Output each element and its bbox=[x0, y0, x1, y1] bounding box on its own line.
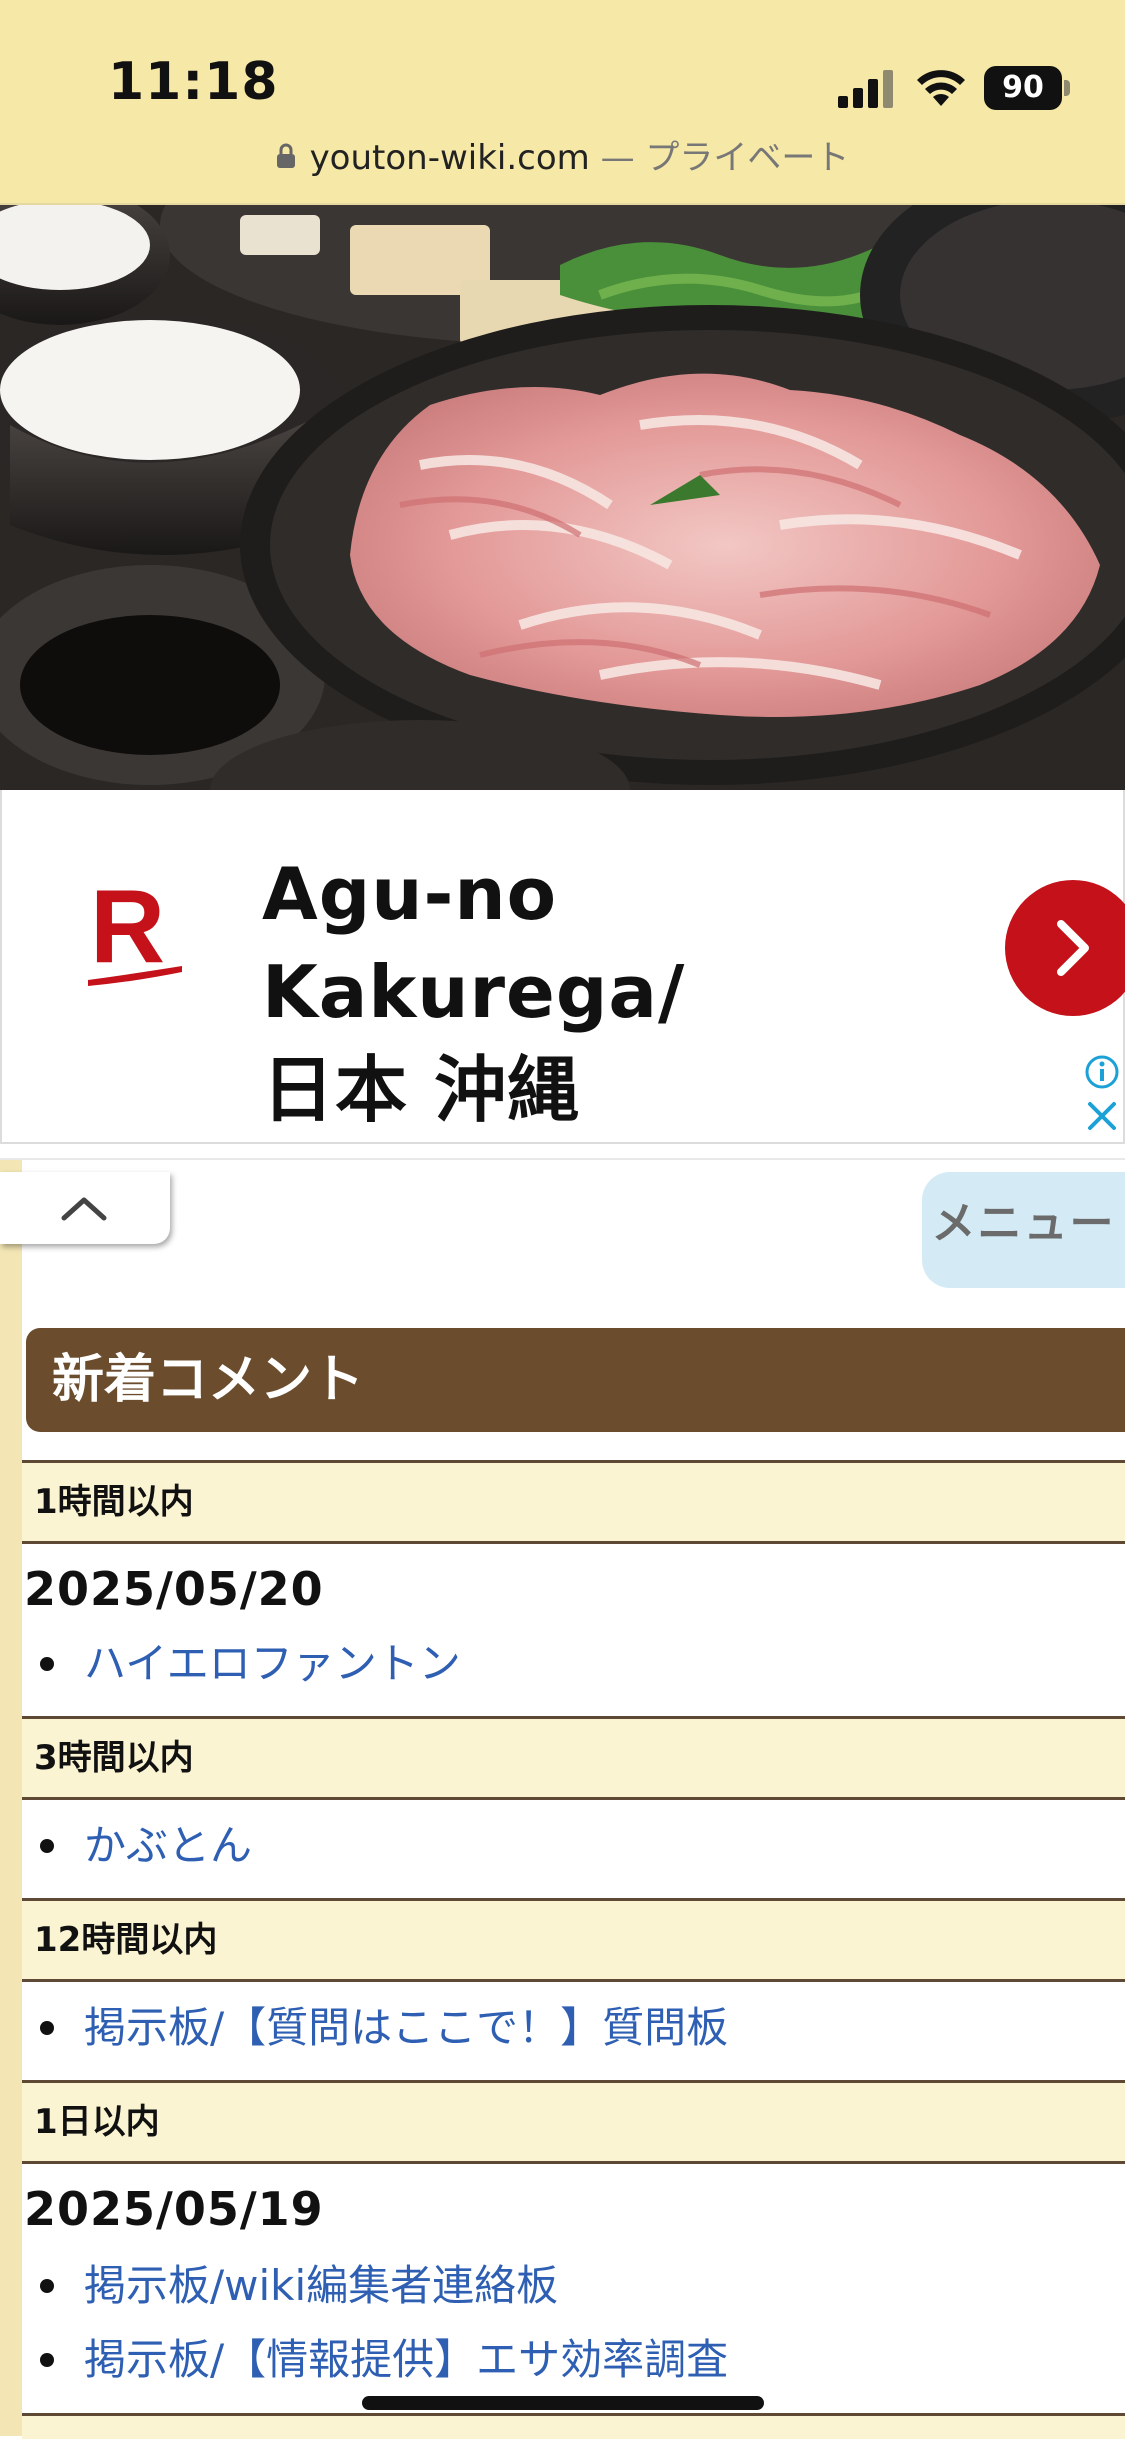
home-indicator[interactable] bbox=[362, 2396, 764, 2410]
battery-tip bbox=[1064, 80, 1070, 96]
bullet bbox=[40, 2278, 54, 2293]
comment-link[interactable]: かぶとん bbox=[84, 1821, 252, 1870]
next-group-header bbox=[22, 2413, 1125, 2439]
battery-icon: 90 bbox=[984, 66, 1062, 110]
comment-link[interactable]: ハイエロファントン bbox=[84, 1639, 461, 1688]
ad-photo[interactable] bbox=[0, 205, 1125, 790]
list-item[interactable]: 掲示板/【情報提供】エサ効率調査 bbox=[34, 2332, 728, 2388]
lock-icon bbox=[276, 143, 295, 168]
bullet bbox=[40, 1656, 54, 1671]
list-item[interactable]: ハイエロファントン bbox=[34, 1636, 461, 1692]
comment-link[interactable]: 掲示板/【質問はここで！】質問板 bbox=[84, 2003, 728, 2052]
ad-open-button[interactable] bbox=[1005, 880, 1125, 1016]
bullet bbox=[40, 2020, 54, 2035]
date-heading: 2025/05/19 bbox=[24, 2182, 324, 2236]
comment-link[interactable]: 掲示板/【情報提供】エサ効率調査 bbox=[84, 2335, 728, 2384]
divider bbox=[0, 1158, 1125, 1160]
private-mode-label: プライベート bbox=[645, 138, 850, 178]
bullet bbox=[40, 1838, 54, 1853]
section-title: 新着コメント bbox=[26, 1328, 1125, 1432]
url-bar[interactable]: youton-wiki.com — プライベート bbox=[0, 134, 1125, 182]
left-border-stripe bbox=[0, 1160, 22, 2436]
ad-card[interactable]: R Agu-no Kakurega/ 日本 沖縄 bbox=[0, 790, 1125, 1144]
time-group-header: 1日以内 bbox=[22, 2080, 1125, 2164]
menu-button[interactable]: メニュー bbox=[922, 1172, 1125, 1288]
ad-title-line-2: 日本 沖縄 bbox=[262, 1048, 581, 1132]
collapse-ad-button[interactable] bbox=[0, 1172, 170, 1244]
url-separator: — bbox=[600, 138, 635, 178]
ad-title[interactable]: Agu-no Kakurega/ 日本 沖縄 bbox=[262, 845, 982, 1139]
ad-title-line-1: Agu-no Kakurega/ bbox=[262, 852, 686, 1034]
url-domain: youton-wiki.com bbox=[309, 138, 590, 178]
shabu-shabu-photo bbox=[0, 205, 1125, 790]
browser-top-bar: 11:18 90 youton-wiki.com — プライベート bbox=[0, 0, 1125, 205]
close-icon[interactable] bbox=[1086, 1100, 1118, 1132]
arrow-right-icon bbox=[1057, 920, 1089, 976]
list-item[interactable]: かぶとん bbox=[34, 1818, 252, 1874]
rakuten-logo: R bbox=[88, 870, 182, 986]
time-group-header: 1時間以内 bbox=[22, 1460, 1125, 1544]
list-item[interactable]: 掲示板/【質問はここで！】質問板 bbox=[34, 2000, 728, 2056]
status-time: 11:18 bbox=[108, 52, 279, 112]
signal-icon bbox=[838, 70, 893, 108]
battery-level: 90 bbox=[984, 66, 1062, 110]
logo-letter: R bbox=[90, 870, 165, 985]
time-group-header: 12時間以内 bbox=[22, 1898, 1125, 1982]
date-heading: 2025/05/20 bbox=[24, 1562, 324, 1616]
chevron-up-icon bbox=[61, 1197, 107, 1221]
info-icon[interactable] bbox=[1084, 1054, 1120, 1090]
time-group-header: 3時間以内 bbox=[22, 1716, 1125, 1800]
wifi-icon bbox=[917, 70, 965, 106]
list-item[interactable]: 掲示板/wiki編集者連絡板 bbox=[34, 2258, 558, 2314]
comment-link[interactable]: 掲示板/wiki編集者連絡板 bbox=[84, 2261, 558, 2310]
bullet bbox=[40, 2352, 54, 2367]
